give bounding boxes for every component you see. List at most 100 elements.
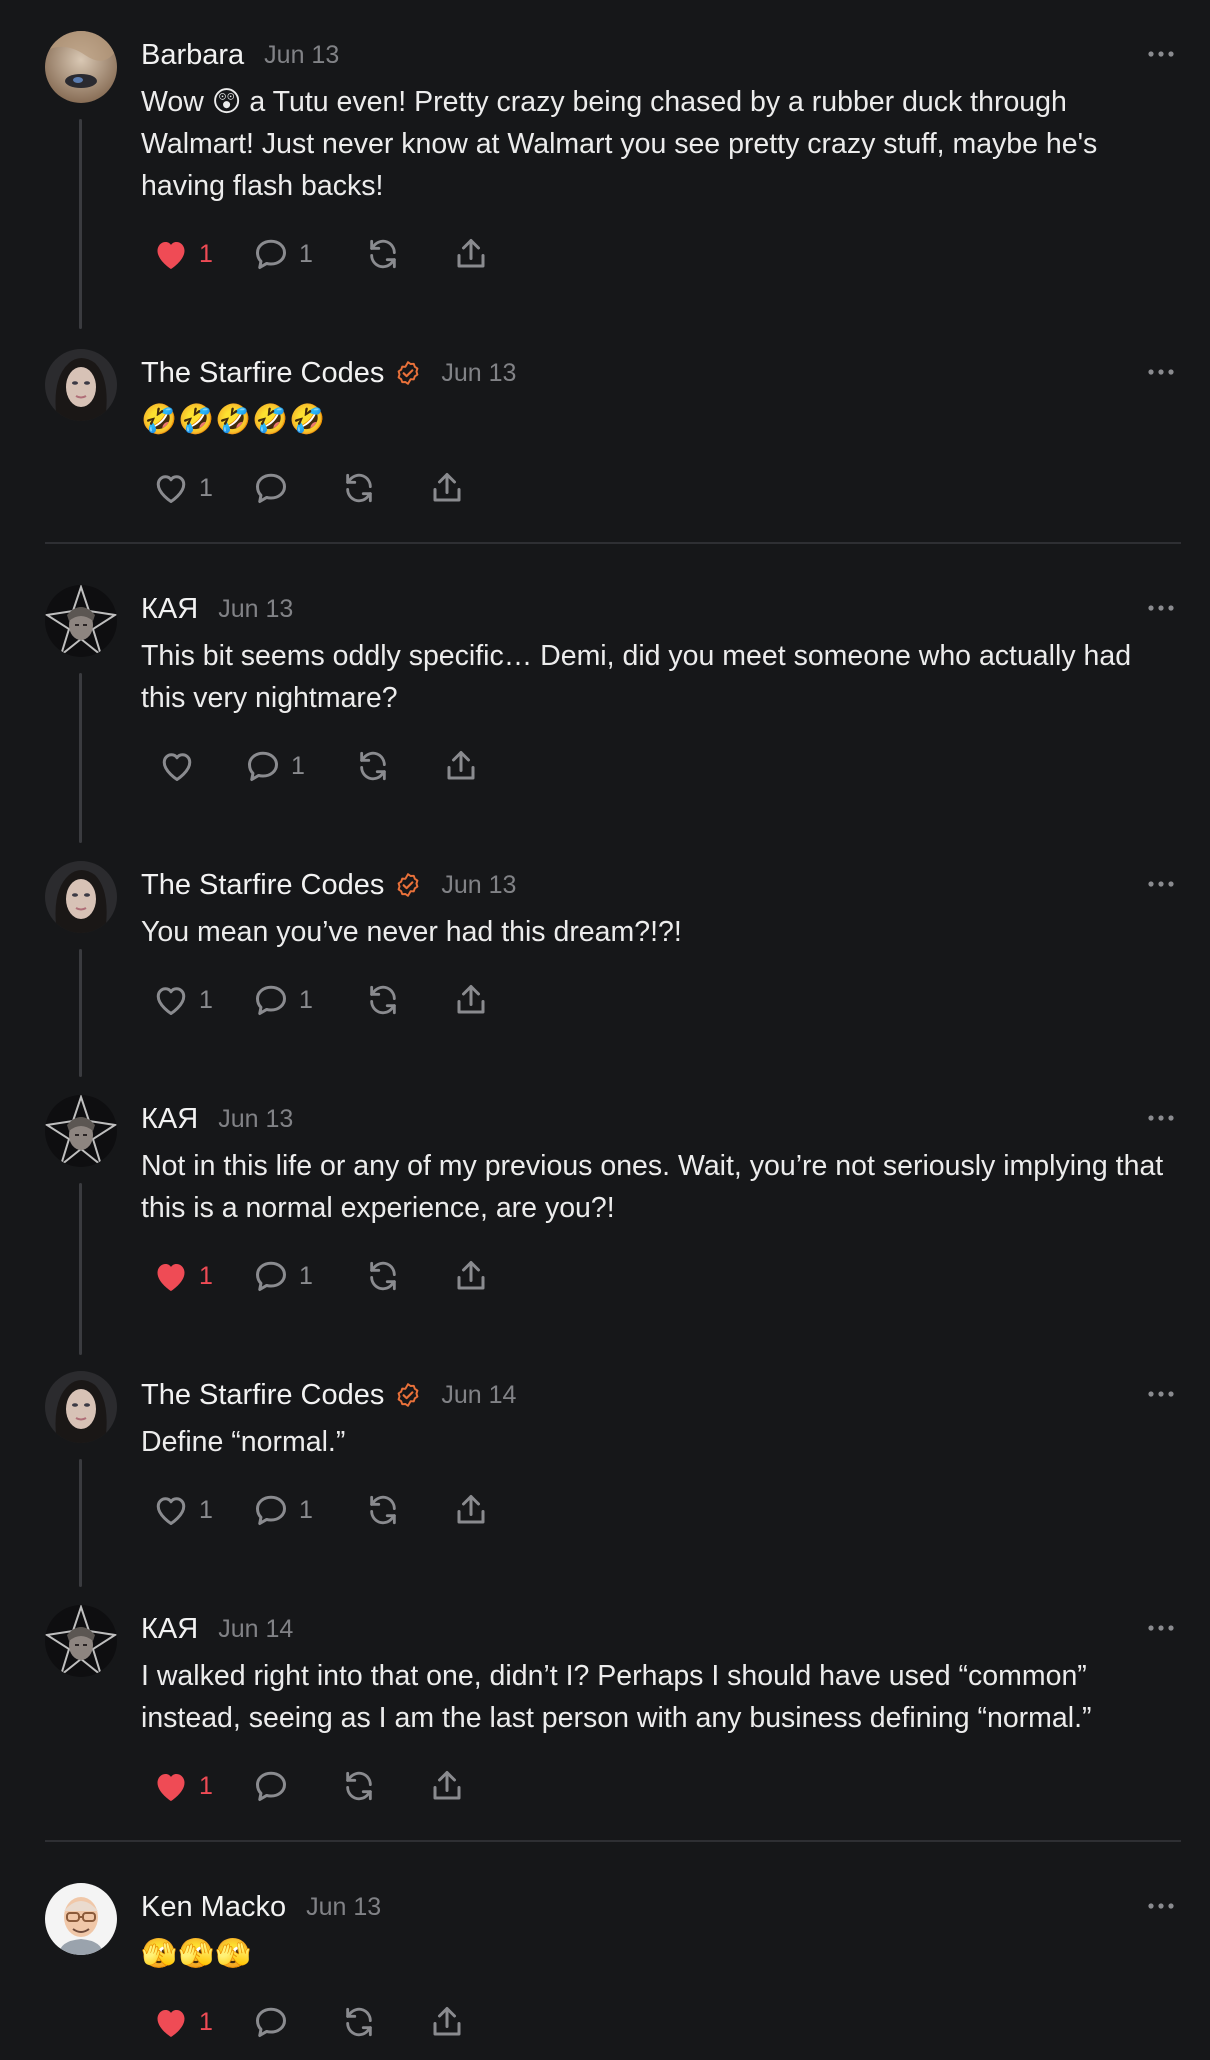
- like-count: 1: [199, 1771, 213, 1800]
- reply-count: 1: [299, 985, 313, 1014]
- more-options-icon[interactable]: [1146, 871, 1176, 897]
- more-options-icon[interactable]: [1146, 595, 1176, 621]
- share-icon: [457, 239, 485, 268]
- author-name[interactable]: КАЯ: [141, 1613, 198, 1646]
- heart-icon: [156, 987, 186, 1015]
- repost-button[interactable]: [341, 466, 429, 510]
- avatar[interactable]: [45, 1095, 117, 1167]
- like-count: 1: [199, 1261, 213, 1290]
- verified-badge-icon: [395, 1382, 421, 1408]
- comment-date[interactable]: Jun 13: [306, 1893, 381, 1922]
- reply-button[interactable]: 1: [245, 744, 355, 788]
- share-button[interactable]: [429, 2000, 489, 2044]
- repost-icon: [370, 985, 396, 1015]
- thread-divider: [45, 542, 1181, 544]
- share-button[interactable]: [453, 1488, 513, 1532]
- like-button[interactable]: 1: [153, 1764, 253, 1808]
- like-button[interactable]: 1: [153, 232, 253, 276]
- comment-thread: Barbara Jun 13 Wow 😲 a Tutu even! Pretty…: [0, 0, 1210, 2060]
- comment-date[interactable]: Jun 13: [441, 871, 516, 900]
- like-button[interactable]: [153, 744, 245, 788]
- reply-count: 1: [299, 239, 313, 268]
- reply-button[interactable]: 1: [253, 232, 365, 276]
- avatar[interactable]: [45, 1371, 117, 1443]
- comment-actions: 1: [153, 466, 489, 510]
- share-button[interactable]: [453, 232, 513, 276]
- comment-header: Barbara Jun 13: [141, 35, 339, 75]
- author-name[interactable]: КАЯ: [141, 593, 198, 626]
- reply-count: 1: [299, 1495, 313, 1524]
- more-options-icon[interactable]: [1146, 1893, 1176, 1919]
- author-name[interactable]: The Starfire Codes: [141, 357, 384, 390]
- comment-date[interactable]: Jun 14: [441, 1381, 516, 1410]
- author-name[interactable]: The Starfire Codes: [141, 1379, 384, 1412]
- share-button[interactable]: [429, 1764, 489, 1808]
- like-button[interactable]: 1: [153, 466, 253, 510]
- reply-button[interactable]: [253, 1764, 341, 1808]
- more-options-icon[interactable]: [1146, 1105, 1176, 1131]
- heart-icon: [156, 1497, 186, 1525]
- repost-icon: [360, 751, 386, 781]
- like-button[interactable]: 1: [153, 2000, 253, 2044]
- repost-button[interactable]: [365, 1254, 453, 1298]
- avatar[interactable]: [45, 861, 117, 933]
- share-button[interactable]: [453, 978, 513, 1022]
- comment-actions: 1 1: [153, 978, 513, 1022]
- avatar[interactable]: [45, 31, 117, 103]
- more-options-icon[interactable]: [1146, 359, 1176, 385]
- reply-button[interactable]: [253, 2000, 341, 2044]
- comment-header: КАЯ Jun 14: [141, 1609, 293, 1649]
- comment-header: The Starfire Codes Jun 13: [141, 353, 516, 393]
- author-name[interactable]: The Starfire Codes: [141, 869, 384, 902]
- share-button[interactable]: [429, 466, 489, 510]
- comment-date[interactable]: Jun 13: [218, 1105, 293, 1134]
- share-button[interactable]: [453, 1254, 513, 1298]
- more-options-icon[interactable]: [1146, 1381, 1176, 1407]
- comment-text: 🤣🤣🤣🤣🤣: [141, 404, 327, 436]
- heart-filled-icon: [157, 1264, 185, 1291]
- like-count: 1: [199, 2007, 213, 2036]
- heart-icon: [156, 475, 186, 503]
- avatar[interactable]: [45, 1605, 117, 1677]
- comment-date[interactable]: Jun 13: [218, 595, 293, 624]
- avatar[interactable]: [45, 349, 117, 421]
- repost-icon: [370, 239, 396, 269]
- more-options-icon[interactable]: [1146, 41, 1176, 67]
- reply-button[interactable]: [253, 466, 341, 510]
- share-icon: [447, 751, 475, 780]
- like-button[interactable]: 1: [153, 978, 253, 1022]
- comment-actions: 1: [153, 1764, 489, 1808]
- like-count: 1: [199, 985, 213, 1014]
- comment-date[interactable]: Jun 14: [218, 1615, 293, 1644]
- thread-divider: [45, 1840, 1181, 1842]
- author-name[interactable]: Ken Macko: [141, 1891, 286, 1924]
- repost-icon: [370, 1495, 396, 1525]
- avatar[interactable]: [45, 1883, 117, 1955]
- comment-date[interactable]: Jun 13: [264, 41, 339, 70]
- repost-button[interactable]: [341, 2000, 429, 2044]
- more-options-icon[interactable]: [1146, 1615, 1176, 1641]
- repost-button[interactable]: [365, 978, 453, 1022]
- avatar[interactable]: [45, 585, 117, 657]
- speech-bubble-icon: [256, 2007, 286, 2037]
- repost-icon: [370, 1261, 396, 1291]
- repost-button[interactable]: [365, 232, 453, 276]
- like-count: 1: [199, 473, 213, 502]
- reply-button[interactable]: 1: [253, 978, 365, 1022]
- author-name[interactable]: КАЯ: [141, 1103, 198, 1136]
- author-name[interactable]: Barbara: [141, 39, 244, 72]
- reply-button[interactable]: 1: [253, 1488, 365, 1532]
- like-count: 1: [199, 239, 213, 268]
- repost-icon: [346, 1771, 372, 1801]
- repost-button[interactable]: [355, 744, 443, 788]
- comment-date[interactable]: Jun 13: [441, 359, 516, 388]
- share-icon: [457, 1495, 485, 1524]
- share-icon: [457, 1261, 485, 1290]
- share-button[interactable]: [443, 744, 503, 788]
- reply-button[interactable]: 1: [253, 1254, 365, 1298]
- like-button[interactable]: 1: [153, 1488, 253, 1532]
- comment-actions: 1 1: [153, 1254, 513, 1298]
- like-button[interactable]: 1: [153, 1254, 253, 1298]
- repost-button[interactable]: [341, 1764, 429, 1808]
- repost-button[interactable]: [365, 1488, 453, 1532]
